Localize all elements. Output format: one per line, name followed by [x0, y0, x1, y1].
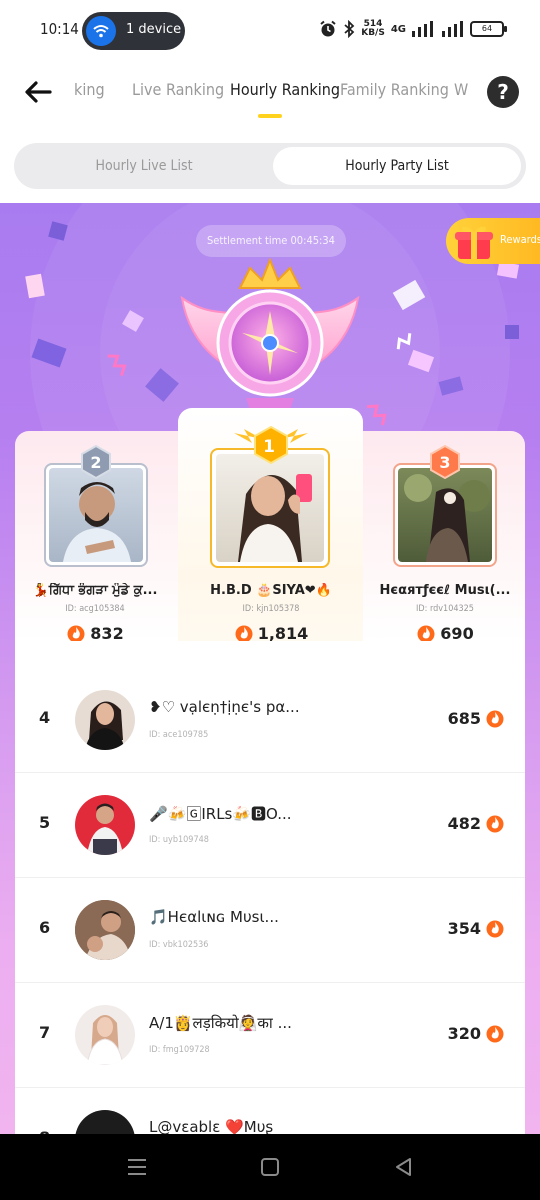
screen: 10:14 1 device 514 KB/S 4G 64 king Live R…	[0, 0, 540, 1200]
back-arrow-icon[interactable]	[22, 76, 54, 108]
segment-hourly-live-list[interactable]: Hourly Live List	[18, 147, 270, 185]
tab-more[interactable]: W	[454, 80, 468, 99]
score-value: 832	[90, 623, 124, 643]
rank-3-number: 3	[439, 453, 451, 472]
avatar	[75, 690, 135, 750]
row-name: 🎵Hєαlιɴɢ Mυsι...	[149, 908, 279, 926]
score-value: 690	[440, 623, 474, 643]
device-label: 1 device	[126, 22, 182, 37]
bluetooth-icon	[344, 20, 355, 38]
tab-ranking[interactable]: king	[74, 80, 105, 99]
top-user-score: 832	[10, 623, 180, 643]
top-nav: king Live Ranking Hourly Ranking Family …	[0, 60, 540, 130]
avatar	[216, 454, 324, 562]
rewards-button[interactable]: Rewards	[446, 218, 540, 264]
avatar	[49, 468, 143, 562]
status-time: 10:14	[40, 20, 79, 38]
top-user-name: Hєαятƒєєℓ Musι(...	[379, 583, 511, 598]
top-user-id: ID: rdv104325	[416, 604, 474, 614]
score-value: 482	[447, 813, 481, 833]
row-score: 482	[448, 813, 505, 833]
help-button[interactable]: ?	[487, 76, 519, 108]
active-tab-indicator	[258, 114, 282, 118]
row-id: ID: uyb109748	[149, 835, 209, 845]
network-type: 4G	[390, 23, 406, 35]
avatar	[75, 795, 135, 855]
flame-icon	[235, 625, 253, 643]
list-item[interactable]: 7 A/1👸लड़कियो👰का ... ID: fmg109728 320	[15, 983, 525, 1088]
row-rank: 5	[39, 813, 51, 832]
top-user-id: ID: acg105384	[65, 604, 125, 614]
row-score: 685	[448, 708, 505, 728]
speed-unit: KB/S	[361, 28, 385, 38]
status-bar: 10:14 1 device 514 KB/S 4G 64	[0, 0, 540, 60]
score-value: 1,814	[257, 623, 309, 643]
avatar	[75, 1005, 135, 1065]
flame-icon	[486, 710, 504, 728]
tab-hourly-ranking[interactable]: Hourly Ranking	[230, 80, 340, 99]
score-value: 685	[447, 708, 481, 728]
avatar	[75, 900, 135, 960]
segment-hourly-party-list[interactable]: Hourly Party List	[273, 147, 521, 185]
flame-icon	[486, 815, 504, 833]
row-score: 354	[448, 918, 505, 938]
flame-icon	[486, 1025, 504, 1043]
rank-2-number: 2	[90, 453, 102, 472]
status-icons: 514 KB/S 4G 64	[319, 20, 507, 38]
row-score: 320	[448, 1023, 505, 1043]
list-type-segment: Hourly Live List Hourly Party List	[14, 143, 526, 189]
list-item[interactable]: 6 🎵Hєαlιɴɢ Mυsι... ID: vbk102536 354	[15, 878, 525, 983]
menu-icon[interactable]	[126, 1156, 148, 1178]
net-speed: 514 KB/S	[361, 20, 385, 38]
row-id: ID: ace109785	[149, 730, 209, 740]
flame-icon	[486, 920, 504, 938]
signal-icon-2	[442, 21, 463, 37]
device-pill[interactable]: 1 device	[82, 12, 185, 50]
score-value: 354	[447, 918, 481, 938]
row-id: ID: fmg109728	[149, 1045, 210, 1055]
back-icon[interactable]	[393, 1156, 415, 1178]
top-user-name: 💃ਗਿੱਧਾ ਭੰਗੜਾ ਮੁੰਡੇ ਕੁ...	[32, 583, 158, 598]
system-nav-bar	[0, 1134, 540, 1200]
flame-icon	[67, 625, 85, 643]
list-item[interactable]: 5 🎤🍻🄶IRLs🍻🅱O... ID: uyb109748 482	[15, 773, 525, 878]
score-value: 320	[447, 1023, 481, 1043]
row-rank: 7	[39, 1023, 51, 1042]
row-rank: 6	[39, 918, 51, 937]
gift-icon	[455, 226, 493, 259]
rewards-label: Rewards	[500, 233, 540, 246]
tab-live-ranking[interactable]: Live Ranking	[132, 80, 224, 99]
list-item[interactable]: 4 ❥♡ vạlєṇ†ịṇє's pα... ID: ace109785 685	[15, 668, 525, 773]
row-name: ❥♡ vạlєṇ†ịṇє's pα...	[149, 698, 300, 716]
home-icon[interactable]	[259, 1156, 281, 1178]
tab-family-ranking[interactable]: Family Ranking	[340, 80, 449, 99]
top-user-id: ID: kjn105378	[242, 604, 300, 614]
rank-1-number: 1	[263, 437, 275, 457]
row-name: A/1👸लड़कियो👰का ...	[149, 1014, 292, 1032]
top-user-score: 690	[360, 623, 530, 643]
avatar	[398, 468, 492, 562]
alarm-icon	[320, 20, 336, 37]
wifi-icon	[86, 16, 116, 46]
top-user-score: 1,814	[186, 623, 356, 643]
signal-icon	[412, 21, 433, 37]
top-user-name: H.B.D 🎂SIYA❤🔥	[210, 583, 332, 598]
flame-icon	[417, 625, 435, 643]
row-rank: 4	[39, 708, 51, 727]
row-id: ID: vbk102536	[149, 940, 209, 950]
settlement-time: Settlement time 00:45:34	[196, 225, 346, 257]
row-name: 🎤🍻🄶IRLs🍻🅱O...	[149, 805, 292, 823]
battery-icon: 64	[470, 21, 507, 37]
